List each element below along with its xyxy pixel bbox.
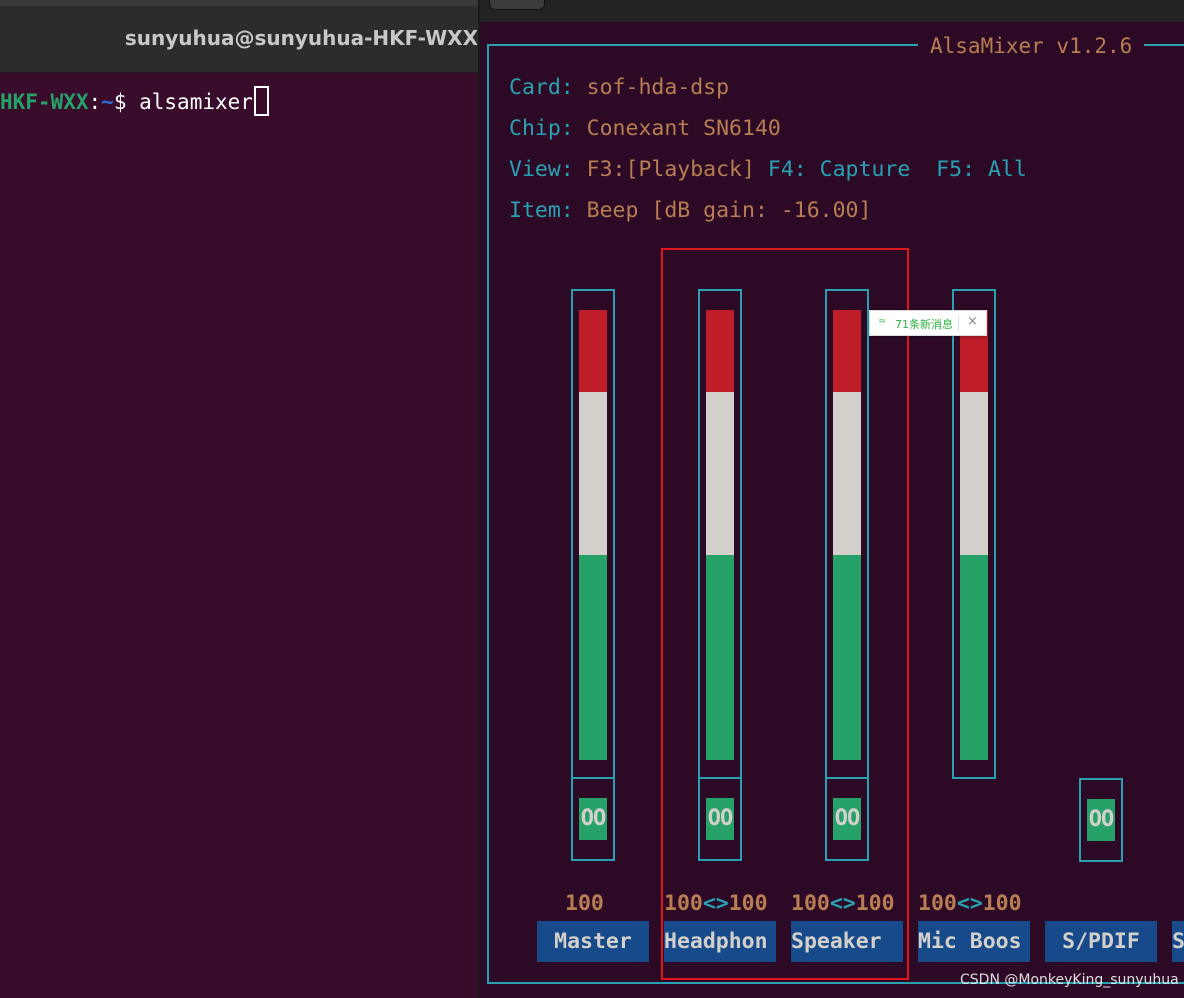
switch-state: OO — [833, 798, 861, 840]
prompt-path: ~ — [101, 90, 114, 114]
level-speaker: 100<>100 — [791, 891, 895, 916]
volume-bar-high — [579, 310, 607, 392]
view-capture[interactable]: F4: Capture — [755, 157, 923, 182]
level-arrows: <> — [956, 891, 983, 916]
item-value: Beep [dB gain: -16.00] — [586, 198, 872, 223]
close-icon[interactable]: × — [967, 314, 978, 329]
volume-bar-low — [706, 555, 734, 760]
mute-switch[interactable]: OO — [825, 777, 869, 861]
level-left: 100 — [918, 891, 957, 916]
switch-state: OO — [579, 798, 607, 840]
control-name-mic-boost[interactable]: Mic Boos — [918, 921, 1030, 962]
chip-info: Chip: Conexant SN6140 — [509, 116, 781, 141]
prompt-separator: : — [88, 90, 102, 114]
level-left: 100 — [664, 891, 703, 916]
chip-label: Chip: — [509, 116, 587, 141]
typed-command: alsamixer — [139, 90, 253, 114]
switch-state: OO — [1087, 799, 1115, 841]
volume-bar-high — [833, 310, 861, 392]
level-right: 100 — [855, 891, 895, 916]
volume-slider[interactable] — [571, 289, 615, 779]
item-label: Item: — [509, 198, 587, 223]
mute-switch[interactable]: OO — [571, 777, 615, 861]
alsamixer-title: AlsaMixer v1.2.6 — [918, 34, 1145, 58]
level-arrows: <> — [702, 891, 729, 916]
left-terminal-window[interactable]: sunyuhua@sunyuhua-HKF-WXX HKF-WXX:~$ als… — [0, 0, 478, 998]
volume-bar-mid — [960, 392, 988, 555]
control-name-spdif[interactable]: S/PDIF — [1045, 921, 1157, 962]
watermark: CSDN @MonkeyKing_sunyuhua — [960, 972, 1179, 988]
view-info: View: F3:[Playback] F4: Capture F5: All — [509, 157, 1027, 182]
left-terminal-titlebar[interactable]: sunyuhua@sunyuhua-HKF-WXX — [0, 6, 478, 73]
control-name-next[interactable]: S — [1172, 921, 1184, 962]
notification-divider — [958, 316, 959, 331]
double-chevron-up-icon: ≈ — [878, 316, 887, 327]
view-label: View: — [509, 157, 587, 182]
card-info: Card: sof-hda-dsp — [509, 75, 729, 100]
terminal-prompt-line[interactable]: HKF-WXX:~$ alsamixer — [0, 86, 269, 116]
level-arrows: <> — [829, 891, 856, 916]
left-terminal-title: sunyuhua@sunyuhua-HKF-WXX — [124, 26, 478, 50]
level-master: 100 — [565, 891, 604, 916]
control-name-master[interactable]: Master — [537, 921, 649, 962]
level-right: 100 — [728, 891, 768, 916]
volume-bar-mid — [706, 392, 734, 555]
volume-slider[interactable] — [952, 289, 996, 779]
volume-bar-low — [579, 555, 607, 760]
switch-state: OO — [706, 798, 734, 840]
notification-text[interactable]: 71条新消息 — [895, 316, 953, 332]
view-all[interactable]: F5: All — [923, 157, 1027, 182]
text-cursor — [253, 86, 269, 116]
level-mic-boost: 100<>100 — [918, 891, 1022, 916]
level-left: 100 — [791, 891, 830, 916]
volume-slider[interactable] — [825, 289, 869, 779]
prompt-symbol: $ — [113, 90, 140, 114]
volume-bar-mid — [579, 392, 607, 555]
mute-switch[interactable]: OO — [698, 777, 742, 861]
volume-bar-mid — [833, 392, 861, 555]
view-playback-selected[interactable]: F3:[Playback] — [587, 157, 755, 182]
volume-bar-low — [960, 555, 988, 760]
chip-value: Conexant SN6140 — [586, 116, 781, 141]
control-name-speaker[interactable]: Speaker — [791, 921, 903, 962]
prompt-host: HKF-WXX — [0, 90, 89, 114]
titlebar-button[interactable] — [489, 0, 545, 10]
item-info: Item: Beep [dB gain: -16.00] — [509, 198, 871, 223]
mute-switch[interactable]: OO — [1079, 778, 1123, 862]
volume-bar-high — [706, 310, 734, 392]
control-name-headphone[interactable]: Headphon — [664, 921, 776, 962]
card-value: sof-hda-dsp — [586, 75, 730, 100]
notification-popup[interactable]: ≈ 71条新消息 × — [869, 310, 987, 336]
volume-slider[interactable] — [698, 289, 742, 779]
level-right: 100 — [982, 891, 1022, 916]
level-headphone: 100<>100 — [664, 891, 768, 916]
right-terminal-titlebar[interactable] — [480, 0, 1184, 22]
card-label: Card: — [509, 75, 587, 100]
volume-bar-low — [833, 555, 861, 760]
